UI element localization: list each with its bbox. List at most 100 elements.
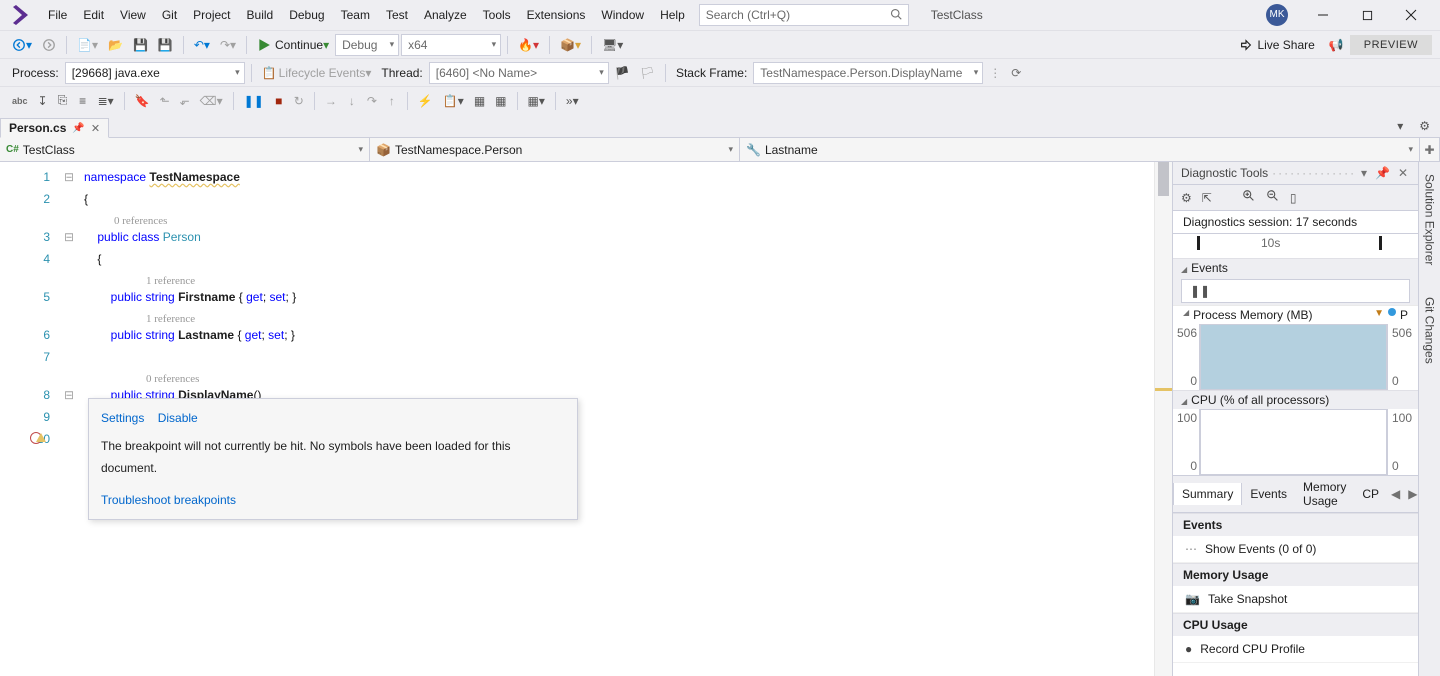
menu-file[interactable]: File (40, 1, 75, 29)
maximize-button[interactable] (1352, 3, 1382, 27)
menu-tools[interactable]: Tools (475, 1, 519, 29)
menu-analyze[interactable]: Analyze (416, 1, 475, 29)
redo-icon[interactable]: ↷▾ (216, 34, 240, 56)
menu-window[interactable]: Window (593, 1, 652, 29)
gear-icon[interactable]: ⚙ (1415, 115, 1434, 137)
tab-summary[interactable]: Summary (1173, 483, 1242, 505)
memory-chart[interactable] (1199, 324, 1388, 390)
menu-test[interactable]: Test (378, 1, 416, 29)
abc-icon[interactable]: abc (8, 90, 32, 112)
lifecycle-events-button[interactable]: 📋 Lifecycle Events ▾ (258, 62, 376, 84)
tab-cpu[interactable]: CP (1354, 483, 1387, 505)
tab-events[interactable]: Events (1242, 483, 1295, 505)
bookmark-prev-icon[interactable]: ⬑ (156, 90, 174, 112)
memory-section-header[interactable]: ◢ Process Memory (MB) ▼ P (1173, 305, 1418, 324)
bookmark-clear-icon[interactable]: ⌫▾ (196, 90, 227, 112)
menu-project[interactable]: Project (185, 1, 238, 29)
stack-icon[interactable]: ⋮ (985, 62, 1005, 84)
tab-overflow-icon[interactable]: ▾ (1391, 115, 1409, 137)
code-content[interactable]: namespace TestNamespace { 0 references p… (78, 162, 1154, 676)
menu-view[interactable]: View (112, 1, 154, 29)
process-dropdown[interactable]: [29668] java.exe (65, 62, 245, 84)
close-tab-icon[interactable]: ✕ (91, 122, 100, 135)
run-to-cursor-icon[interactable]: ↧ (34, 90, 52, 112)
pause-icon[interactable]: ❚❚ (240, 90, 268, 112)
preview-button[interactable]: PREVIEW (1350, 35, 1432, 55)
show-events-link[interactable]: ⋯ Show Events (0 of 0) (1173, 536, 1418, 563)
step-over-icon[interactable]: ↷ (363, 90, 381, 112)
bookmark-icon[interactable]: 🔖 (131, 90, 154, 112)
immediate-icon[interactable]: ▦ (470, 90, 489, 112)
cpu-chart[interactable] (1199, 409, 1388, 475)
live-share-button[interactable]: Live Share (1231, 38, 1322, 52)
step-out-icon[interactable]: ↑ (383, 90, 401, 112)
fold-gutter[interactable]: ⊟⊟⊟ (60, 162, 78, 676)
panel-dropdown-icon[interactable]: ▾ (1359, 166, 1369, 180)
popout-icon[interactable]: ⇱ (1202, 191, 1212, 205)
restart-icon[interactable]: ↻ (290, 90, 308, 112)
minimize-button[interactable] (1308, 3, 1338, 27)
platform-dropdown[interactable]: x64 (401, 34, 501, 56)
memory-icon[interactable]: ▦▾ (524, 90, 549, 112)
codelens[interactable]: 0 references (84, 368, 1148, 384)
panel-title-bar[interactable]: Diagnostic Tools ····················· ▾… (1173, 162, 1418, 185)
new-item-icon[interactable]: 📄▾ (73, 34, 102, 56)
save-icon[interactable]: 💾 (129, 34, 152, 56)
threads-icon[interactable]: »▾ (562, 90, 583, 112)
record-cpu-link[interactable]: ● Record CPU Profile (1173, 636, 1418, 663)
pin-icon[interactable]: 📌 (72, 123, 84, 134)
codelens[interactable]: 1 reference (84, 308, 1148, 324)
zoom-out-icon[interactable] (1266, 189, 1280, 206)
stop-icon[interactable]: ■ (270, 90, 288, 112)
refresh-stack-icon[interactable]: ⟳ (1007, 62, 1025, 84)
step-icon-1[interactable]: ⎘ (54, 90, 72, 112)
save-all-icon[interactable]: 💾 (154, 34, 177, 56)
nav-member-combo[interactable]: 🔧 Lastname (740, 138, 1420, 161)
codelens[interactable]: 0 references (84, 210, 1148, 226)
code-editor[interactable]: 1 2 3 4 5 6 7 8 9 10 ⊟⊟⊟ namespace TestN… (0, 162, 1172, 676)
gc-icon[interactable]: ▼ (1374, 308, 1384, 319)
menu-edit[interactable]: Edit (75, 1, 112, 29)
publish-icon[interactable]: 📦▾ (556, 34, 585, 56)
split-view-icon[interactable]: ✚ (1420, 138, 1440, 161)
events-section-header[interactable]: Events (1173, 258, 1418, 277)
undo-icon[interactable]: ↶▾ (190, 34, 214, 56)
config-dropdown[interactable]: Debug (335, 34, 399, 56)
panel-close-icon[interactable]: ✕ (1396, 166, 1410, 180)
document-tab[interactable]: Person.cs 📌 ✕ (0, 118, 109, 138)
show-next-stmt-icon[interactable]: → (321, 90, 341, 112)
nav-type-combo[interactable]: 📦 TestNamespace.Person (370, 138, 740, 161)
tooltip-disable-link[interactable]: Disable (158, 411, 198, 425)
zoom-in-icon[interactable] (1242, 189, 1256, 206)
cpu-section-header[interactable]: CPU (% of all processors) (1173, 390, 1418, 409)
codelens[interactable]: 1 reference (84, 270, 1148, 286)
panel-pin-icon[interactable]: 📌 (1373, 166, 1392, 180)
diag-timeline[interactable]: 10s (1173, 234, 1418, 258)
back-nav-icon[interactable]: ▾ (8, 34, 36, 56)
nav-project-combo[interactable]: C# TestClass (0, 138, 370, 161)
tabs-scroll-left-icon[interactable]: ◀ (1387, 487, 1404, 501)
gear-icon[interactable]: ⚙ (1181, 191, 1192, 205)
menu-team[interactable]: Team (333, 1, 378, 29)
outdent-icon[interactable]: ≣▾ (94, 90, 118, 112)
browser-icon[interactable]: 🖥▾ (598, 34, 627, 56)
take-snapshot-link[interactable]: 📷 Take Snapshot (1173, 586, 1418, 613)
tooltip-troubleshoot-link[interactable]: Troubleshoot breakpoints (101, 489, 565, 511)
open-icon[interactable]: 📂 (104, 34, 127, 56)
stack-frame-dropdown[interactable]: TestNamespace.Person.DisplayName (753, 62, 983, 84)
tab-memory[interactable]: Memory Usage (1295, 476, 1354, 512)
exceptions-icon[interactable]: ⚡ (414, 90, 437, 112)
git-changes-tab[interactable]: Git Changes (1421, 291, 1439, 370)
bookmark-next-icon[interactable]: ⬐ (176, 90, 194, 112)
output-icon[interactable]: ▦ (491, 90, 510, 112)
menu-debug[interactable]: Debug (281, 1, 332, 29)
close-button[interactable] (1396, 3, 1426, 27)
user-avatar[interactable]: MK (1266, 4, 1288, 26)
flag-icon-2[interactable]: 🏳 (636, 62, 659, 84)
forward-nav-icon[interactable] (38, 34, 60, 56)
global-search-input[interactable]: Search (Ctrl+Q) (699, 4, 909, 26)
menu-build[interactable]: Build (239, 1, 282, 29)
breakpoints-icon[interactable]: 📋▾ (439, 90, 468, 112)
step-into-icon[interactable]: ↓ (343, 90, 361, 112)
flag-icon[interactable]: 🏴 (611, 62, 634, 84)
